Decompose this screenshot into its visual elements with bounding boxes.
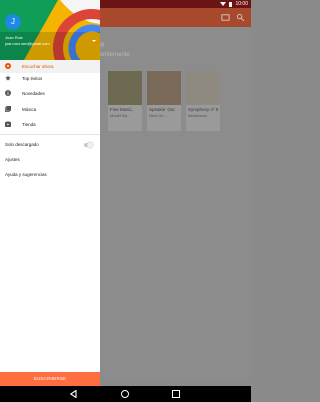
account-name: Juan Ruiz [5, 35, 23, 40]
subscribe-button[interactable]: SUSCRIBIRSE [0, 372, 100, 386]
help-feedback-item[interactable]: Ayuda y sugerencias [5, 172, 47, 177]
header-background [0, 0, 100, 60]
account-email: juan.ruiz.wm@gmail.com [5, 41, 50, 46]
cast-icon[interactable] [221, 13, 230, 22]
album-art [147, 71, 181, 105]
recent-apps-icon[interactable] [172, 390, 180, 398]
album-title: Speakin' Out [149, 107, 175, 112]
nav-item-music[interactable]: Música [0, 103, 100, 116]
nav-item-label: Top éxitos [22, 76, 43, 81]
home-icon[interactable] [121, 390, 129, 398]
nav-item-label: Tienda [22, 122, 36, 127]
account-switch-arrow-icon[interactable] [92, 40, 96, 42]
album-artist: New Ori... [149, 112, 167, 118]
avatar[interactable]: J [5, 14, 21, 30]
nav-item-top-hits[interactable]: Top éxitos [0, 72, 100, 85]
battery-icon [229, 1, 233, 7]
star-icon [5, 75, 11, 81]
album-artist: Model Ba... [110, 112, 131, 118]
album-artist: Beethoven [188, 112, 208, 118]
album-art [108, 71, 142, 105]
divider [0, 134, 100, 135]
search-icon[interactable] [236, 13, 245, 22]
section-title: ientemente [100, 52, 130, 58]
page-title: e [100, 40, 105, 49]
navigation-drawer: J Juan Ruiz juan.ruiz.wm@gmail.com Escuc… [0, 0, 100, 386]
status-time: 10:00 [235, 1, 248, 7]
settings-item[interactable]: Ajustes [5, 157, 20, 162]
nav-item-label: Música [22, 107, 37, 112]
back-icon[interactable] [70, 390, 77, 398]
album-title: Fine Music, [110, 107, 134, 112]
downloaded-only-label: Solo descargado [5, 142, 39, 147]
wifi-icon [220, 2, 227, 6]
album-card[interactable]: Fine Music, Model Ba... [108, 71, 142, 131]
music-library-icon [5, 106, 11, 112]
album-card[interactable]: Symphony nº 9 Beethoven [186, 71, 220, 131]
info-icon [5, 90, 11, 96]
album-title: Symphony nº 9 [188, 107, 219, 112]
status-icons: 10:00 [220, 0, 248, 8]
album-art [186, 71, 220, 105]
album-card[interactable]: Speakin' Out New Ori... [147, 71, 181, 131]
account-header[interactable]: J Juan Ruiz juan.ruiz.wm@gmail.com [0, 0, 100, 60]
nav-item-label: Novedades [22, 91, 45, 96]
store-icon [5, 121, 11, 127]
listen-now-icon [5, 63, 11, 69]
nav-item-store[interactable]: Tienda [0, 118, 100, 131]
toggle-thumb[interactable] [87, 141, 93, 148]
nav-item-new-releases[interactable]: Novedades [0, 87, 100, 100]
system-navigation-bar [0, 386, 251, 402]
